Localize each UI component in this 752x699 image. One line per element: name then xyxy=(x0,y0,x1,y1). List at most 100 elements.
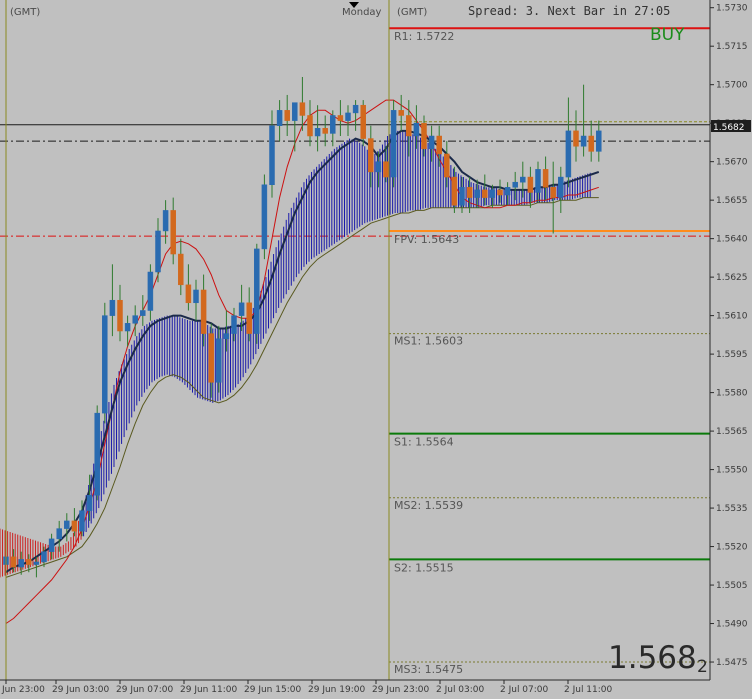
bull-candle-body xyxy=(489,189,496,198)
time-tick-label: 29 Jun 11:00 xyxy=(180,685,237,695)
bull-candle-body xyxy=(216,338,222,383)
big-price: 1.568 xyxy=(608,640,697,676)
bear-candle-body xyxy=(170,210,176,255)
bull-candle-body xyxy=(238,302,245,316)
price-tick-label: 1.5565 xyxy=(716,427,748,437)
bear-candle-body xyxy=(444,153,450,178)
day-label: Monday xyxy=(342,7,382,18)
bull-candle-body xyxy=(504,187,511,196)
price-tick-label: 1.5730 xyxy=(716,4,748,14)
time-tick-label: 2 Jul 03:00 xyxy=(436,685,485,695)
bear-candle-body xyxy=(26,559,32,565)
bull-candle-body xyxy=(535,169,541,193)
bear-candle-body xyxy=(527,176,534,193)
bear-candle-body xyxy=(542,169,549,188)
bear-candle-body xyxy=(246,302,252,334)
price-tick-label: 1.5610 xyxy=(716,312,748,322)
bear-candle-body xyxy=(71,520,78,532)
bull-candle-body xyxy=(558,176,564,198)
bull-candle-body xyxy=(596,130,602,152)
bull-candle-body xyxy=(33,561,40,565)
price-tick-label: 1.5670 xyxy=(716,158,748,168)
bull-candle-body xyxy=(140,310,146,316)
bull-candle-body xyxy=(390,110,397,178)
spread-countdown: Spread: 3. Next Bar in 27:05 xyxy=(468,4,670,18)
bear-candle-body xyxy=(299,102,306,116)
bull-candle-body xyxy=(147,271,154,311)
price-tick-label: 1.5505 xyxy=(716,581,748,591)
level-label-s2: S2: 1.5515 xyxy=(394,561,454,574)
bear-candle-body xyxy=(200,289,207,334)
level-label-s1: S1: 1.5564 xyxy=(394,436,454,449)
bear-candle-body xyxy=(10,556,17,568)
level-label-ms1: MS1: 1.5603 xyxy=(394,335,463,348)
price-tick-label: 1.5700 xyxy=(716,81,748,91)
bear-candle-body xyxy=(406,115,412,137)
time-tick-label: 29 Jun 23:00 xyxy=(372,685,429,695)
bull-candle-body xyxy=(48,538,55,552)
time-tick-label: Jun 23:00 xyxy=(1,685,45,695)
bull-candle-body xyxy=(428,135,435,150)
bull-candle-body xyxy=(223,333,230,339)
candle[interactable] xyxy=(254,243,260,344)
price-tick-label: 1.5715 xyxy=(716,42,748,52)
bull-candle-body xyxy=(124,323,131,332)
time-tick-label: 2 Jul 07:00 xyxy=(500,685,549,695)
bull-candle-body xyxy=(580,135,587,147)
price-tick-label: 1.5490 xyxy=(716,620,748,630)
bear-candle-body xyxy=(398,110,404,116)
time-tick-label: 2 Jul 11:00 xyxy=(564,685,613,695)
bear-candle-body xyxy=(421,122,427,150)
bear-candle-body xyxy=(337,115,344,121)
gmt-label-right: (GMT) xyxy=(397,7,427,18)
gmt-label-left: (GMT) xyxy=(10,7,40,18)
candle[interactable] xyxy=(390,100,397,188)
bear-candle-body xyxy=(451,176,458,206)
price-tick-label: 1.5595 xyxy=(716,350,748,360)
bull-candle-body xyxy=(345,112,351,121)
bull-candle-body xyxy=(375,161,382,173)
price-tick-label: 1.5625 xyxy=(716,273,748,283)
bear-candle-body xyxy=(322,128,328,134)
bull-candle-body xyxy=(352,104,359,114)
bear-candle-body xyxy=(383,161,389,178)
bull-candle-body xyxy=(162,210,169,232)
price-tick-label: 1.5640 xyxy=(716,235,748,245)
candle[interactable] xyxy=(261,174,268,260)
signal-label: BUY xyxy=(650,25,685,45)
bear-candle-body xyxy=(550,187,556,198)
level-label-fpv: FPV: 1.5643 xyxy=(394,233,459,246)
bear-candle-body xyxy=(588,135,594,152)
bear-candle-body xyxy=(178,253,184,286)
bull-candle-body xyxy=(18,559,24,568)
bull-candle-body xyxy=(459,187,465,206)
bear-candle-body xyxy=(436,135,442,155)
price-tick-label: 1.5535 xyxy=(716,504,748,514)
time-axis-ticks[interactable]: Jun 23:00 29 Jun 03:00 29 Jun 07:00 29 Jun … xyxy=(1,680,613,695)
bull-candle-body xyxy=(269,125,275,186)
time-tick-label: 29 Jun 19:00 xyxy=(308,685,365,695)
bull-candle-body xyxy=(276,110,283,126)
bull-candle-body xyxy=(330,115,336,134)
trading-chart-window[interactable]: R1: 1.5722 FPV: 1.5643 MS1: 1.5603 S1: 1.55… xyxy=(0,0,752,699)
price-tick-label: 1.5520 xyxy=(716,543,748,553)
bear-candle-body xyxy=(284,110,290,121)
candle[interactable] xyxy=(102,302,108,424)
bull-candle-body xyxy=(155,230,161,273)
price-tick-label: 1.5550 xyxy=(716,466,748,476)
price-chart[interactable]: R1: 1.5722 FPV: 1.5643 MS1: 1.5603 S1: 1.55… xyxy=(0,0,752,699)
bull-candle-body xyxy=(56,528,62,540)
bear-candle-body xyxy=(368,138,374,173)
level-label-r1: R1: 1.5722 xyxy=(394,30,454,43)
bear-candle-body xyxy=(208,333,214,383)
candle[interactable] xyxy=(94,405,100,501)
bull-candle-body xyxy=(132,315,138,324)
bull-candle-body xyxy=(94,412,100,496)
bull-candle-body xyxy=(41,551,47,563)
bull-candle-body xyxy=(86,494,93,511)
bull-candle-body xyxy=(102,315,108,414)
bull-candle-body xyxy=(314,128,321,137)
time-tick-label: 29 Jun 15:00 xyxy=(244,685,301,695)
bull-candle-body xyxy=(193,289,199,304)
big-price-sub: 2 xyxy=(697,657,708,677)
